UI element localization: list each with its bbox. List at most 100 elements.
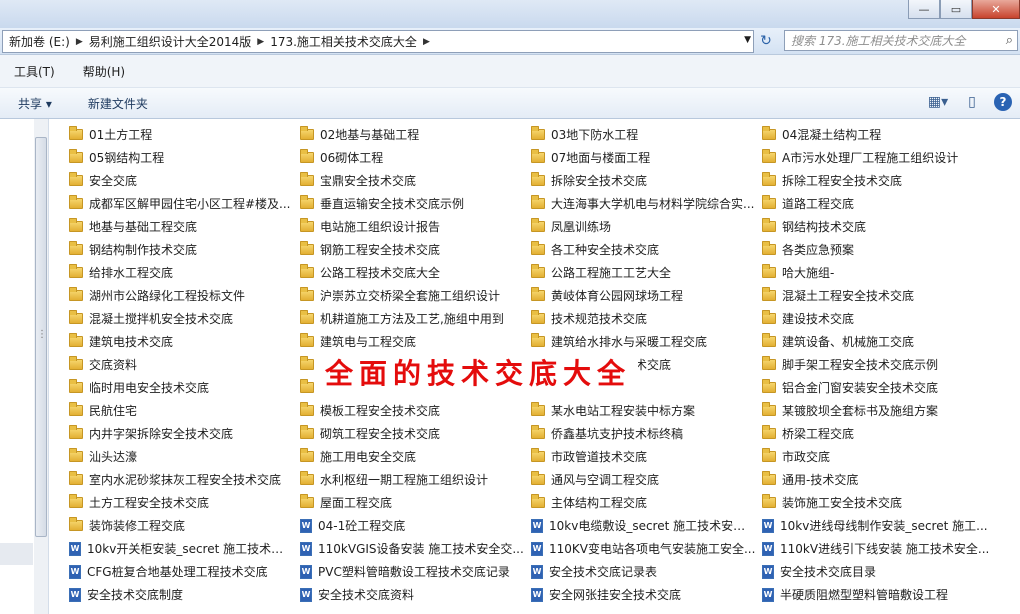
folder-item[interactable]: 哈大施组- [762, 261, 1012, 284]
folder-item[interactable]: 钢结构技术交底 [762, 215, 1012, 238]
folder-item[interactable]: 建筑设备、机械施工交底 [762, 330, 1012, 353]
search-icon[interactable]: ⌕ [1006, 33, 1013, 48]
refresh-icon[interactable]: ↻ [756, 32, 776, 50]
folder-item[interactable]: 03地下防水工程 [531, 123, 756, 146]
folder-item[interactable]: 侨鑫基坑支护技术标终稿 [531, 422, 756, 445]
document-item[interactable]: 10kv进线母线制作安装_secret 施工... [762, 514, 1012, 537]
folder-item[interactable]: 拆除工程安全技术交底 [762, 169, 1012, 192]
folder-item[interactable]: 道路工程交底 [762, 192, 1012, 215]
folder-item[interactable]: 某水电站工程安装中标方案 [531, 399, 756, 422]
help-icon[interactable]: ? [994, 93, 1012, 111]
document-item[interactable]: 10kv开关柜安装_secret 施工技术安... [69, 537, 294, 560]
folder-item[interactable]: 大连海事大学机电与材料学院综合实... [531, 192, 756, 215]
document-item[interactable]: 安全网张挂安全技术交底 [531, 583, 756, 606]
folder-item[interactable]: 机耕道施工方法及工艺,施组中用到 [300, 307, 525, 330]
document-item[interactable]: 半硬质阻燃型塑料管暗敷设工程 [762, 583, 1012, 606]
folder-item[interactable]: 建筑电技术交底 [69, 330, 294, 353]
folder-item[interactable]: 内井字架拆除安全技术交底 [69, 422, 294, 445]
document-item[interactable]: CFG桩复合地基处理工程技术交底 [69, 560, 294, 583]
folder-item[interactable]: 装饰施工安全技术交底 [762, 491, 1012, 514]
close-button[interactable]: ✕ [972, 0, 1020, 19]
folder-item[interactable]: 民航住宅 [69, 399, 294, 422]
document-item[interactable]: 10kv电缆敷设_secret 施工技术安全... [531, 514, 756, 537]
minimize-button[interactable]: — [908, 0, 940, 19]
folder-item[interactable]: 04混凝土结构工程 [762, 123, 1012, 146]
folder-item[interactable]: 06砌体工程 [300, 146, 525, 169]
folder-item[interactable]: 脚手架工程安全技术交底示例 [762, 353, 1012, 376]
folder-item[interactable]: 公路工程施工工艺大全 [531, 261, 756, 284]
share-button[interactable]: 共享 ▾ [0, 95, 70, 112]
folder-item[interactable]: 通风与空调工程交底 [531, 468, 756, 491]
folder-item[interactable]: 钢筋工程安全技术交底 [300, 238, 525, 261]
folder-item[interactable]: 电站施工组织设计报告 [300, 215, 525, 238]
folder-item[interactable]: 市政管道技术交底 [531, 445, 756, 468]
view-options-icon[interactable]: ▦▾ [926, 91, 950, 113]
breadcrumb-drive[interactable]: 新加卷 (E:) [3, 33, 76, 50]
folder-item[interactable]: 混凝土搅拌机安全技术交底 [69, 307, 294, 330]
folder-item[interactable]: 07地面与楼面工程 [531, 146, 756, 169]
folder-item[interactable]: 湖州市公路绿化工程投标文件 [69, 284, 294, 307]
search-input[interactable]: 搜索 173.施工相关技术交底大全 ⌕ [784, 30, 1018, 51]
folder-item[interactable]: 给排水工程交底 [69, 261, 294, 284]
folder-item[interactable]: 屋面工程交底 [300, 491, 525, 514]
breadcrumb-separator-icon[interactable]: ▶ [423, 37, 430, 47]
folder-item[interactable]: 室内水泥砂浆抹灰工程安全技术交底 [69, 468, 294, 491]
folder-item[interactable]: 钢结构制作技术交底 [69, 238, 294, 261]
folder-item[interactable]: 建设技术交底 [762, 307, 1012, 330]
folder-item[interactable]: 市政交底 [762, 445, 1012, 468]
folder-item[interactable]: 沪崇苏立交桥梁全套施工组织设计 [300, 284, 525, 307]
folder-item[interactable]: 交底资料 [69, 353, 294, 376]
folder-item[interactable]: 模板工程安全技术交底 [300, 399, 525, 422]
pane-splitter-icon[interactable]: ⋮ [37, 329, 47, 340]
address-bar[interactable]: 新加卷 (E:) ▶ 易利施工组织设计大全2014版 ▶ 173.施工相关技术交… [2, 30, 754, 53]
folder-item[interactable]: 02地基与基础工程 [300, 123, 525, 146]
folder-item[interactable]: 各类应急预案 [762, 238, 1012, 261]
maximize-button[interactable]: ▭ [940, 0, 972, 19]
folder-item[interactable]: 宝鼎安全技术交底 [300, 169, 525, 192]
document-item[interactable]: 安全技术交底资料 [300, 583, 525, 606]
folder-item[interactable]: 某镀胶坝全套标书及施组方案 [762, 399, 1012, 422]
document-item[interactable]: 110kVGIS设备安装 施工技术安全交... [300, 537, 525, 560]
folder-item[interactable]: 水利枢纽一期工程施工组织设计 [300, 468, 525, 491]
folder-item[interactable]: 技术规范技术交底 [531, 307, 756, 330]
nav-selected-item[interactable] [0, 543, 33, 565]
folder-item[interactable]: 凤凰训练场 [531, 215, 756, 238]
folder-item[interactable]: 垂直运输安全技术交底示例 [300, 192, 525, 215]
folder-item[interactable]: 砌筑工程安全技术交底 [300, 422, 525, 445]
breadcrumb-separator-icon[interactable]: ▶ [257, 37, 264, 47]
folder-item[interactable]: 临时用电安全技术交底 [69, 376, 294, 399]
folder-item[interactable]: 各工种安全技术交底 [531, 238, 756, 261]
folder-item[interactable]: 05钢结构工程 [69, 146, 294, 169]
folder-item[interactable]: 黄岐体育公园网球场工程 [531, 284, 756, 307]
document-item[interactable]: 安全技术交底制度 [69, 583, 294, 606]
document-item[interactable]: 04-1砼工程交底 [300, 514, 525, 537]
folder-item[interactable]: 拆除安全技术交底 [531, 169, 756, 192]
folder-item[interactable]: 主体结构工程交底 [531, 491, 756, 514]
folder-item[interactable]: 装饰装修工程交底 [69, 514, 294, 537]
new-folder-button[interactable]: 新建文件夹 [70, 95, 166, 112]
folder-item[interactable]: 通用-技术交底 [762, 468, 1012, 491]
folder-item[interactable]: 混凝土工程安全技术交底 [762, 284, 1012, 307]
folder-item[interactable]: 成都军区解甲园住宅小区工程#楼及... [69, 192, 294, 215]
document-item[interactable]: 110KV变电站各项电气安装施工安全... [531, 537, 756, 560]
document-item[interactable]: 110kV进线引下线安装 施工技术安全... [762, 537, 1012, 560]
folder-item[interactable]: 施工用电安全交底 [300, 445, 525, 468]
document-item[interactable]: 安全技术交底目录 [762, 560, 1012, 583]
menu-tools[interactable]: 工具(T) [0, 63, 69, 80]
folder-item[interactable]: A市污水处理厂工程施工组织设计 [762, 146, 1012, 169]
folder-item[interactable]: 01土方工程 [69, 123, 294, 146]
folder-item[interactable]: 桥梁工程交底 [762, 422, 1012, 445]
nav-scrollbar[interactable] [34, 119, 48, 614]
folder-item[interactable]: 地基与基础工程交底 [69, 215, 294, 238]
menu-help[interactable]: 帮助(H) [69, 63, 139, 80]
folder-item[interactable]: 公路工程技术交底大全 [300, 261, 525, 284]
breadcrumb-separator-icon[interactable]: ▶ [76, 37, 83, 47]
document-item[interactable]: PVC塑料管暗敷设工程技术交底记录 [300, 560, 525, 583]
folder-item[interactable]: 安全交底 [69, 169, 294, 192]
address-dropdown-icon[interactable]: ▼ [744, 35, 751, 45]
breadcrumb-folder[interactable]: 易利施工组织设计大全2014版 [83, 33, 258, 50]
breadcrumb-current[interactable]: 173.施工相关技术交底大全 [264, 33, 423, 50]
folder-item[interactable]: 土方工程安全技术交底 [69, 491, 294, 514]
document-item[interactable]: 安全技术交底记录表 [531, 560, 756, 583]
preview-pane-icon[interactable]: ▯ [960, 91, 984, 113]
